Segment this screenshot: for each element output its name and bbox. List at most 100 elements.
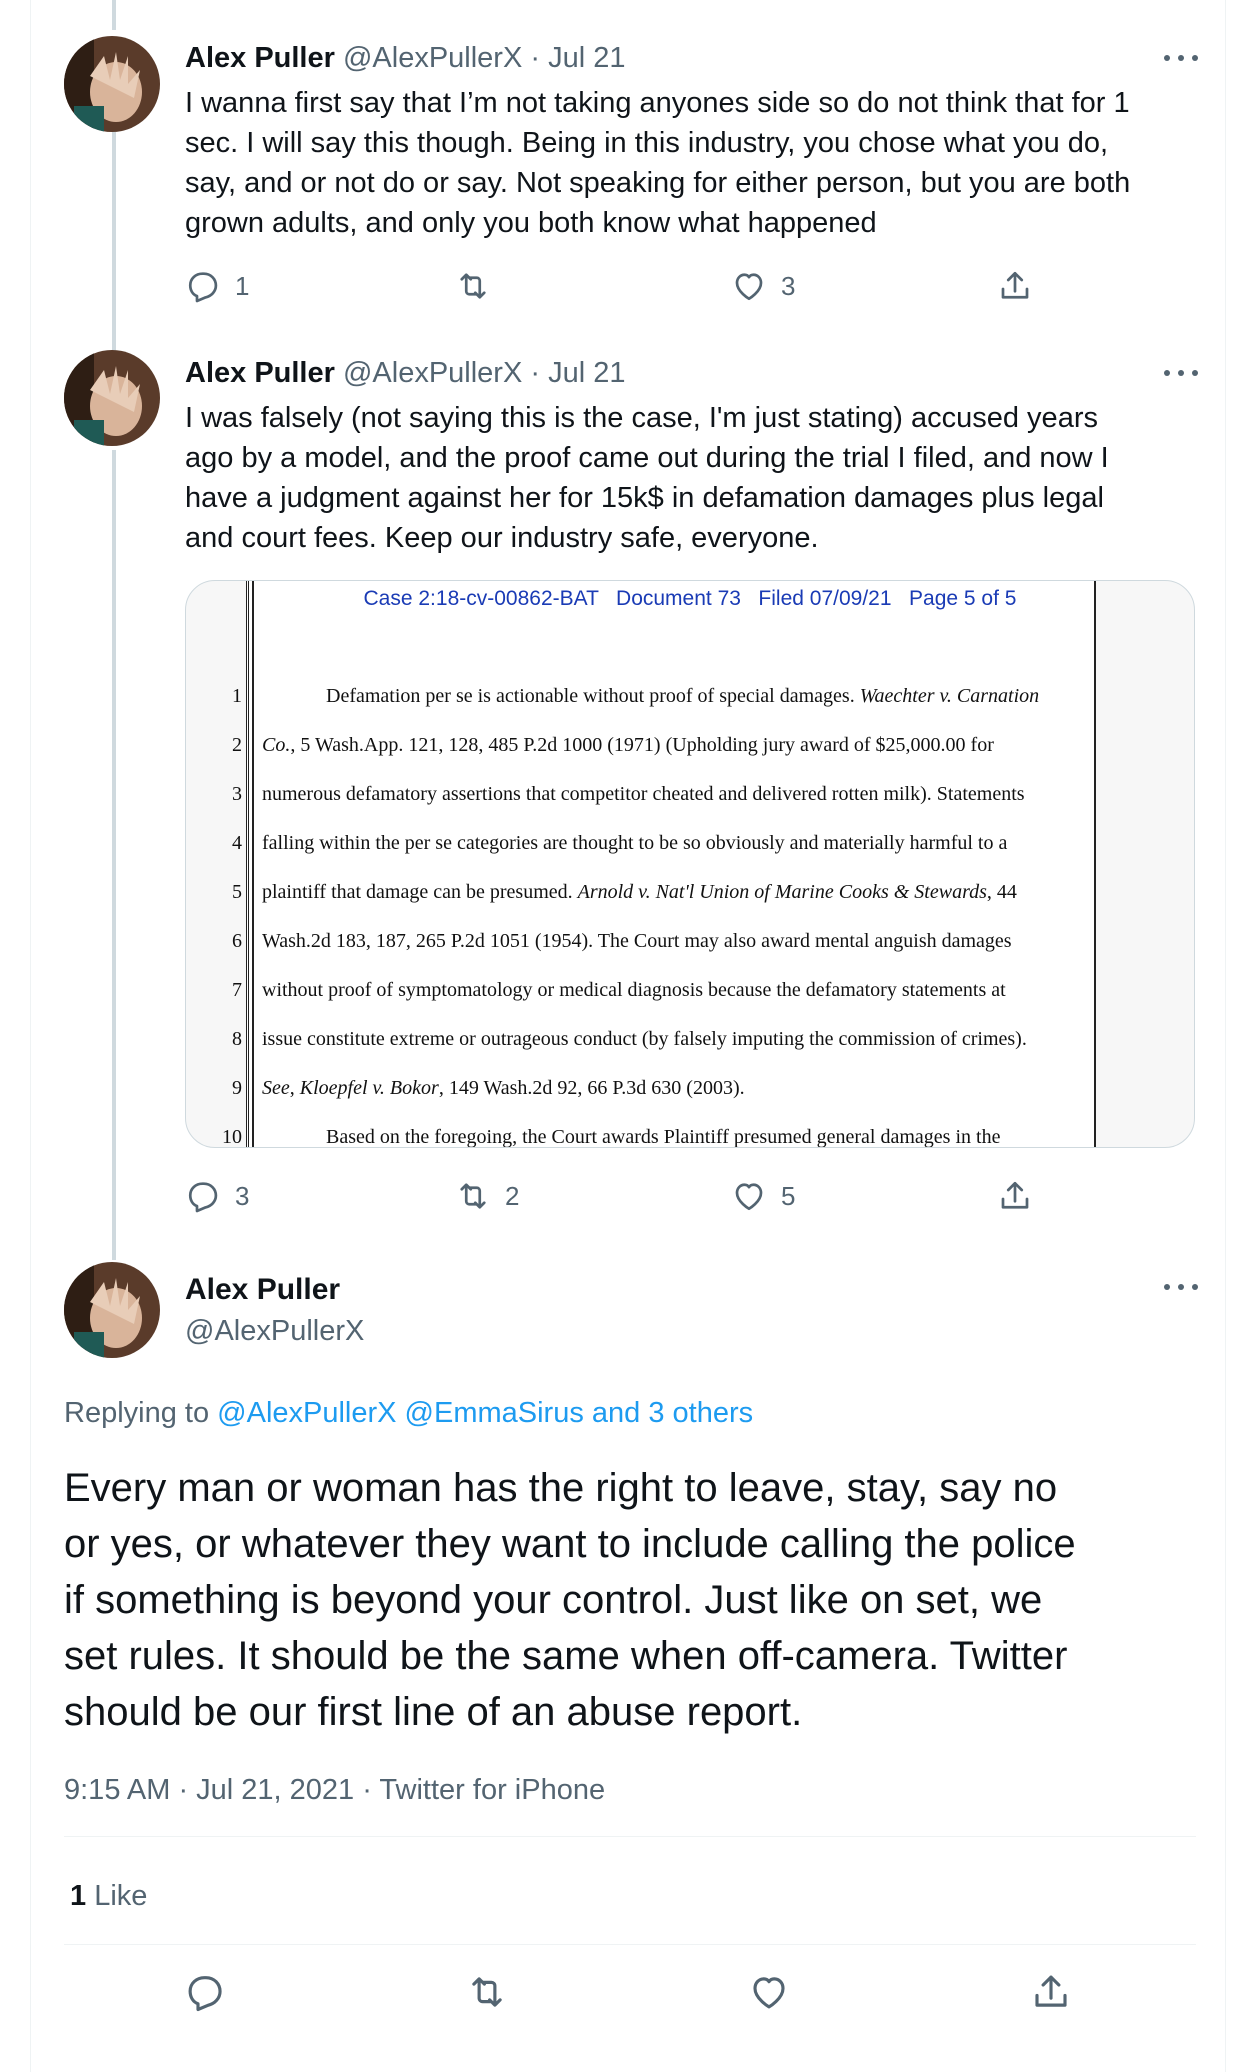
author-handle[interactable]: @AlexPullerX — [185, 1313, 364, 1349]
document-line-number: 4 — [232, 832, 242, 854]
tweet-meta[interactable]: 9:15 AM · Jul 21, 2021 · Twitter for iPh… — [64, 1772, 605, 1808]
main-tweet-text-line: set rules. It should be the same when of… — [64, 1634, 1068, 1678]
document-line: 2 Co., 5 Wash.App. 121, 128, 485 P.2d 100… — [186, 730, 1194, 779]
retweet-icon — [472, 1977, 502, 2007]
tweet-text-line: say, and or not do or say. Not speaking … — [185, 167, 1131, 199]
document-line: 3 numerous defamatory assertions that com… — [186, 779, 1194, 828]
document-line-number: 8 — [232, 1028, 242, 1050]
retweet-icon — [460, 273, 486, 299]
thread-line-2 — [112, 450, 116, 1260]
retweet-button[interactable] — [455, 266, 505, 306]
tweet-text-line: ago by a model, and the proof came out d… — [185, 442, 1109, 474]
share-button[interactable] — [997, 266, 1033, 306]
avatar[interactable] — [64, 350, 160, 446]
main-tweet-actions — [64, 1972, 1196, 2018]
retweet-icon — [460, 1183, 486, 1209]
tweet-date[interactable]: Jul 21 — [548, 42, 625, 74]
document-line-text: without proof of symptomatology or medic… — [262, 979, 1006, 1001]
main-tweet-text-line: or yes, or whatever they want to include… — [64, 1522, 1076, 1566]
share-icon — [1001, 1181, 1029, 1209]
divider — [64, 1944, 1196, 1945]
likes-count: 1 — [70, 1880, 87, 1912]
more-icon[interactable] — [1164, 368, 1198, 378]
avatar-image — [64, 36, 160, 132]
document-line: 1 Defamation per se is actionable without… — [186, 681, 1194, 730]
likes-summary[interactable]: 1 Like — [70, 1878, 147, 1914]
more-icon[interactable] — [1164, 1282, 1198, 1292]
document-line-number: 6 — [232, 930, 242, 952]
avatar[interactable] — [64, 36, 160, 132]
like-count: 3 — [781, 270, 796, 301]
document-line-text: falling within the per se categories are… — [262, 832, 1008, 854]
retweet-button[interactable] — [466, 1972, 508, 2012]
divider — [64, 1836, 1196, 1837]
reply-icon — [188, 1182, 218, 1213]
document-line-text: Wash.2d 183, 187, 265 P.2d 1051 (1954). … — [262, 930, 1012, 952]
main-tweet-text-line: should be our first line of an abuse rep… — [64, 1690, 803, 1734]
author-name[interactable]: Alex Puller — [185, 357, 335, 389]
document-line: 5 plaintiff that damage can be presumed. … — [186, 877, 1194, 926]
author-name[interactable]: Alex Puller — [185, 42, 335, 74]
document-line-text: issue constitute extreme or outrageous c… — [262, 1028, 1027, 1050]
replying-to-link[interactable]: @AlexPullerX @EmmaSirus and 3 others — [217, 1397, 753, 1429]
tweet-text-line: I wanna first say that I’m not taking an… — [185, 87, 1130, 119]
avatar-image — [64, 1262, 160, 1358]
document-line-number: 3 — [232, 783, 242, 805]
reply-button[interactable]: 1 — [185, 266, 249, 306]
retweet-button[interactable]: 2 — [455, 1176, 519, 1216]
share-icon — [1035, 1975, 1067, 2007]
share-icon — [1001, 271, 1029, 299]
tweet-text-line: sec. I will say this though. Being in th… — [185, 127, 1109, 159]
heart-icon — [735, 1183, 763, 1211]
like-count: 5 — [781, 1180, 796, 1211]
avatar[interactable] — [64, 1262, 160, 1358]
likes-label: Like — [94, 1880, 148, 1912]
main-tweet-text-line: if something is beyond your control. Jus… — [64, 1578, 1043, 1622]
reply-button[interactable]: 3 — [185, 1176, 249, 1216]
document-line-text: plaintiff that damage can be presumed. A… — [262, 881, 1017, 903]
reply-count: 3 — [235, 1180, 250, 1211]
document-header: Case 2:18-cv-00862-BAT Document 73 Filed… — [363, 587, 1017, 610]
document-line: 9 See, Kloepfel v. Bokor, 149 Wash.2d 92,… — [186, 1073, 1194, 1122]
separator-dot: · — [530, 42, 541, 74]
like-button[interactable] — [748, 1972, 790, 2012]
document-line-number: 10 — [222, 1126, 242, 1148]
share-button[interactable] — [997, 1176, 1033, 1216]
tweet-text-line: I was falsely (not saying this is the ca… — [185, 402, 1098, 434]
document-line: 8 issue constitute extreme or outrageous … — [186, 1024, 1194, 1073]
tweet-text: I wanna first say that I’m not taking an… — [185, 83, 1205, 243]
document-line-number: 2 — [232, 734, 242, 756]
reply-count: 1 — [235, 270, 250, 301]
document-line-number: 9 — [232, 1077, 242, 1099]
avatar-image — [64, 350, 160, 446]
document-line: 6 Wash.2d 183, 187, 265 P.2d 1051 (1954).… — [186, 926, 1194, 975]
like-button[interactable]: 3 — [731, 266, 795, 306]
document-line: 7 without proof of symptomatology or medi… — [186, 975, 1194, 1024]
retweet-count: 2 — [505, 1180, 520, 1211]
more-icon[interactable] — [1164, 53, 1198, 63]
tweet-actions: 1 3 — [185, 266, 1085, 306]
tweet-text-line: grown adults, and only you both know wha… — [185, 207, 877, 239]
tweet-text: I was falsely (not saying this is the ca… — [185, 398, 1205, 558]
tweet-actions: 3 2 5 — [185, 1176, 1085, 1216]
document-line-text: Co., 5 Wash.App. 121, 128, 485 P.2d 1000… — [262, 734, 994, 756]
heart-icon — [735, 273, 763, 301]
author-handle[interactable]: @AlexPullerX — [343, 357, 522, 389]
document-line-number: 5 — [232, 881, 242, 903]
thread-line-top — [112, 0, 116, 30]
tweet-date[interactable]: Jul 21 — [548, 357, 625, 389]
document-line-text: numerous defamatory assertions that comp… — [262, 783, 1025, 805]
separator-dot: · — [530, 357, 541, 389]
author-handle[interactable]: @AlexPullerX — [343, 42, 522, 74]
main-tweet-text: Every man or woman has the right to leav… — [64, 1460, 1204, 1740]
tweet-text-line: have a judgment against her for 15k$ in … — [185, 482, 1104, 514]
thread-line-1 — [112, 132, 116, 352]
reply-button[interactable] — [184, 1972, 226, 2012]
attached-document-image[interactable]: Case 2:18-cv-00862-BAT Document 73 Filed… — [185, 580, 1195, 1148]
heart-icon — [753, 1977, 785, 2009]
document-line: 10 Based on the foregoing, the Court awar… — [186, 1122, 1194, 1148]
author-name[interactable]: Alex Puller — [185, 1272, 340, 1308]
like-button[interactable]: 5 — [731, 1176, 795, 1216]
reply-icon — [188, 272, 218, 303]
share-button[interactable] — [1030, 1972, 1072, 2012]
